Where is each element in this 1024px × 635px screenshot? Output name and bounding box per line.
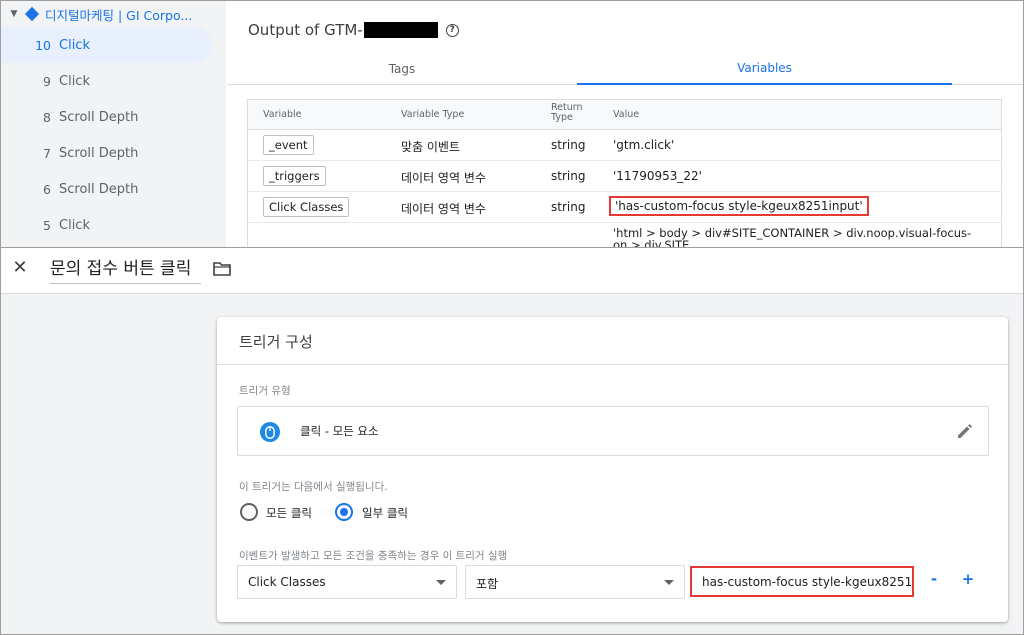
header-variable-type: Variable Type [401, 109, 465, 120]
event-label: Scroll Depth [59, 181, 139, 197]
output-tabs: Tags Variables [227, 53, 1023, 85]
output-title-text: Output of GTM- [248, 21, 363, 39]
header-variable: Variable [263, 109, 302, 120]
variable-value: 'gtm.click' [613, 138, 675, 152]
variable-type: 데이터 영역 변수 [401, 202, 486, 216]
help-icon[interactable]: ? [445, 23, 459, 37]
add-condition-button[interactable]: + [958, 570, 978, 588]
trigger-config-card: 트리거 구성 트리거 유형 클릭 - 모든 요소 이 트리거는 다음에서 실행됩… [217, 317, 1008, 622]
return-type: string [551, 200, 586, 214]
radio-some-clicks[interactable] [335, 503, 353, 521]
event-number: 6 [43, 181, 51, 197]
event-number: 5 [43, 217, 51, 233]
condition-variable-select[interactable]: Click Classes [237, 565, 457, 599]
event-label: Scroll Depth [59, 109, 139, 125]
event-label: Scroll Depth [59, 145, 139, 161]
divider [217, 364, 1008, 365]
event-label: Click [59, 73, 90, 89]
event-label: Click [59, 217, 90, 233]
trigger-editor: ✕ 문의 접수 버튼 클릭 트리거 구성 트리거 유형 클릭 - 모든 요소 이… [1, 247, 1023, 634]
header-return-type: Return Type [551, 102, 583, 123]
gtm-diamond-icon [24, 6, 40, 22]
editor-header: ✕ 문의 접수 버튼 클릭 [1, 248, 1023, 294]
trigger-type-name: 클릭 - 모든 요소 [300, 424, 379, 438]
radio-all-clicks-label: 모든 클릭 [266, 506, 312, 520]
table-header: Variable Variable Type Return Type Value [248, 100, 1001, 130]
trigger-name-input[interactable]: 문의 접수 버튼 클릭 [50, 256, 201, 284]
variable-chip[interactable]: _event [263, 135, 314, 155]
event-item-5[interactable]: 5 Click [1, 207, 226, 243]
output-title: Output of GTM- ? [248, 21, 459, 39]
event-item-6[interactable]: 6 Scroll Depth [1, 171, 226, 207]
tab-tags[interactable]: Tags [227, 53, 577, 85]
variable-value: '11790953_22' [613, 169, 702, 183]
redacted-container-id [363, 22, 438, 38]
variable-chip[interactable]: _triggers [263, 166, 326, 186]
event-item-9[interactable]: 9 Click [1, 63, 226, 99]
dropdown-arrow-icon [436, 580, 446, 585]
table-row: _event 맞춤 이벤트 string 'gtm.click' [248, 130, 1001, 161]
remove-condition-button[interactable]: - [924, 570, 944, 588]
container-row[interactable]: ▼ 디지털마케팅 | GI Corpo... [1, 1, 226, 27]
fires-on-label: 이 트리거는 다음에서 실행됩니다. [239, 481, 388, 493]
condition-operator-select[interactable]: 포함 [465, 565, 685, 599]
close-icon[interactable]: ✕ [11, 259, 29, 277]
highlighted-value: 'has-custom-focus style-kgeux8251input' [609, 196, 869, 216]
preview-panel: ▼ 디지털마케팅 | GI Corpo... 10 Click 9 Click … [1, 1, 1023, 251]
event-item-8[interactable]: 8 Scroll Depth [1, 99, 226, 135]
condition-value-input[interactable]: has-custom-focus style-kgeux8251input [690, 566, 914, 597]
variable-chip[interactable]: Click Classes [263, 197, 350, 217]
dropdown-arrow-icon [664, 580, 674, 585]
table-row: Click Classes 데이터 영역 변수 string 'has-cust… [248, 192, 1001, 223]
return-type: string [551, 138, 586, 152]
variable-type: 데이터 영역 변수 [401, 171, 486, 185]
event-item-7[interactable]: 7 Scroll Depth [1, 135, 226, 171]
tab-variables[interactable]: Variables [577, 53, 952, 85]
trigger-type-label: 트리거 유형 [239, 385, 291, 397]
event-number: 9 [43, 73, 51, 89]
variable-type: 맞춤 이벤트 [401, 140, 461, 154]
event-number: 7 [43, 145, 51, 161]
output-panel: Output of GTM- ? Tags Variables Variable… [227, 1, 1023, 251]
folder-icon[interactable] [213, 262, 231, 276]
trigger-type-box[interactable]: 클릭 - 모든 요소 [237, 406, 989, 456]
return-type: string [551, 169, 586, 183]
event-number: 10 [35, 37, 51, 53]
event-sidebar: ▼ 디지털마케팅 | GI Corpo... 10 Click 9 Click … [1, 1, 226, 247]
radio-all-clicks[interactable] [240, 503, 258, 521]
event-number: 8 [43, 109, 51, 125]
container-name: 디지털마케팅 | GI Corpo... [45, 7, 193, 23]
edit-pencil-icon[interactable] [956, 422, 974, 440]
caret-down-icon[interactable]: ▼ [9, 9, 19, 19]
event-item-10[interactable]: 10 Click [1, 27, 212, 63]
screenshot-frame: ▼ 디지털마케팅 | GI Corpo... 10 Click 9 Click … [0, 0, 1024, 635]
card-title: 트리거 구성 [239, 333, 313, 351]
selected-operator: 포함 [476, 577, 499, 591]
condition-label: 이벤트가 발생하고 모든 조건을 충족하는 경우 이 트리거 실행 [239, 550, 508, 562]
header-value: Value [613, 109, 640, 120]
selected-variable: Click Classes [248, 575, 326, 589]
radio-some-clicks-label: 일부 클릭 [362, 506, 408, 520]
variables-table: Variable Variable Type Return Type Value… [247, 99, 1002, 251]
table-row: _triggers 데이터 영역 변수 string '11790953_22' [248, 161, 1001, 192]
event-label: Click [59, 37, 90, 53]
mouse-click-icon [260, 422, 280, 442]
